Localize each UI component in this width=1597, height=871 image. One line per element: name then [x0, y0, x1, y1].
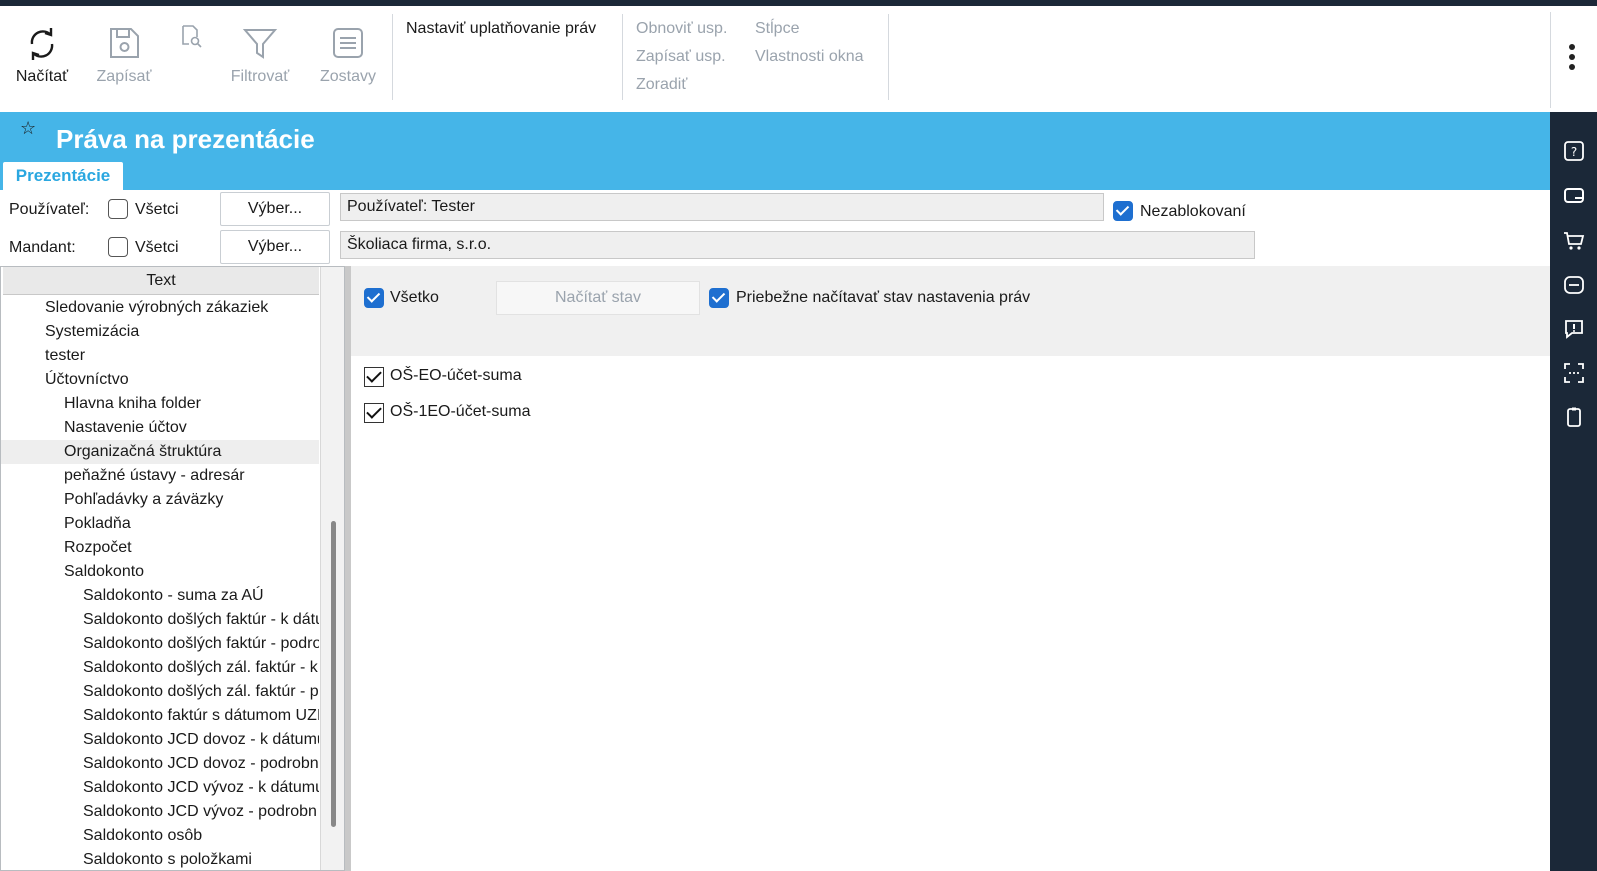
user-label: Používateľ:: [9, 201, 90, 218]
tree-item[interactable]: Saldokonto JCD vývoz - podrobn: [1, 800, 319, 824]
preview-button[interactable]: [180, 24, 204, 50]
tree-item[interactable]: Saldokonto - suma za AÚ: [1, 584, 319, 608]
select-mandant-button[interactable]: Výber...: [220, 230, 330, 264]
toolbar: Načítať Zapísať Filtrovať Zostavy Nastav…: [0, 6, 1550, 112]
tree-item[interactable]: Saldokonto JCD vývoz - k dátumu: [1, 776, 319, 800]
window-properties-link[interactable]: Vlastnosti okna: [755, 48, 864, 66]
mandant-field[interactable]: Školiaca firma, s.r.o.: [340, 231, 1255, 259]
all-label: Všetko: [390, 289, 439, 306]
tree-item[interactable]: Organizačná štruktúra: [1, 440, 319, 464]
panel-splitter[interactable]: [345, 266, 351, 871]
tree-item[interactable]: Saldokonto došlých zál. faktúr - k: [1, 656, 319, 680]
unblocked-checkbox[interactable]: [1113, 201, 1133, 221]
tree-item[interactable]: Pohľadávky a záväzky: [1, 488, 319, 512]
all-mandants-checkbox[interactable]: [108, 237, 128, 257]
tree-scrollbar-thumb[interactable]: [331, 521, 336, 827]
save-label: Zapísať: [96, 68, 152, 85]
clipboard-icon[interactable]: [1563, 406, 1585, 428]
tree-item[interactable]: Saldokonto JCD dovoz - podrobn: [1, 752, 319, 776]
tree-item[interactable]: Saldokonto s položkami: [1, 848, 319, 870]
help-icon[interactable]: ?: [1563, 140, 1585, 162]
sort-link[interactable]: Zoradiť: [636, 76, 687, 94]
select-user-button[interactable]: Výber...: [220, 192, 330, 226]
continuous-load-checkbox[interactable]: [709, 288, 729, 308]
user-field[interactable]: Používateľ: Tester: [340, 193, 1104, 221]
tree-item[interactable]: Hlavna kniha folder: [1, 392, 319, 416]
right-sidebar: ?: [1550, 112, 1597, 871]
tree-item[interactable]: Nastavenie účtov: [1, 416, 319, 440]
load-button[interactable]: Načítať: [4, 24, 80, 86]
tree-item[interactable]: Saldokonto došlých faktúr - podro: [1, 632, 319, 656]
tree-item[interactable]: Rozpočet: [1, 536, 319, 560]
load-label: Načítať: [15, 68, 69, 85]
presentation-label: OŠ-1EO-účet-suma: [390, 403, 531, 420]
screen-icon[interactable]: [1563, 185, 1585, 207]
refresh-usp-link[interactable]: Obnoviť usp.: [636, 20, 727, 38]
all-users-label: Všetci: [135, 201, 179, 218]
tree-item[interactable]: tester: [1, 344, 319, 368]
all-users-checkbox[interactable]: [108, 199, 128, 219]
capture-icon[interactable]: [1563, 362, 1585, 384]
more-options-icon[interactable]: [1568, 44, 1576, 74]
cart-icon[interactable]: [1563, 230, 1585, 252]
toolbar-right-separator: [1550, 12, 1551, 108]
filter-button[interactable]: Filtrovať: [222, 24, 298, 86]
tree-item[interactable]: Saldokonto došlých faktúr - k dátu: [1, 608, 319, 632]
columns-link[interactable]: Stĺpce: [755, 20, 799, 38]
mandant-label: Mandant:: [9, 239, 76, 256]
document-search-icon: [182, 25, 202, 48]
tree-item[interactable]: Saldokonto osôb: [1, 824, 319, 848]
tree-item[interactable]: Sledovanie výrobných zákaziek: [1, 296, 319, 320]
presentation-checkbox[interactable]: [364, 367, 384, 387]
write-usp-link[interactable]: Zapísať usp.: [636, 48, 726, 66]
apply-rights-link[interactable]: Nastaviť uplatňovanie práv: [406, 20, 596, 38]
toolbar-separator: [888, 14, 889, 100]
continuous-load-label: Priebežne načítavať stav nastavenia práv: [736, 289, 1031, 306]
toolbar-separator: [392, 14, 393, 100]
tree-item[interactable]: peňažné ústavy - adresár: [1, 464, 319, 488]
svg-text:?: ?: [1571, 145, 1577, 159]
all-checkbox[interactable]: [364, 288, 384, 308]
page-title: Práva na prezentácie: [56, 124, 315, 154]
feedback-icon[interactable]: [1563, 318, 1585, 340]
reports-button[interactable]: Zostavy: [310, 24, 386, 86]
unblocked-label: Nezablokovaní: [1140, 203, 1246, 220]
tree-scrollbar[interactable]: [320, 267, 344, 870]
tree-item[interactable]: Saldokonto JCD dovoz - k dátumu: [1, 728, 319, 752]
tree-item[interactable]: Saldokonto došlých zál. faktúr - p: [1, 680, 319, 704]
refresh-icon: [30, 28, 54, 60]
tree-item[interactable]: Systemizácia: [1, 320, 319, 344]
reports-list-icon: [333, 28, 363, 58]
floppy-save-icon: [110, 28, 139, 58]
load-state-button[interactable]: Načítať stav: [496, 281, 700, 315]
tree-item[interactable]: Saldokonto: [1, 560, 319, 584]
tree-item[interactable]: Účtovníctvo: [1, 368, 319, 392]
filter-funnel-icon: [242, 29, 278, 59]
tree-item[interactable]: Pokladňa: [1, 512, 319, 536]
all-mandants-label: Všetci: [135, 239, 179, 256]
transfer-icon[interactable]: [1563, 274, 1585, 296]
presentation-tree: Text Sledovanie výrobných zákaziek System…: [0, 266, 345, 871]
reports-label: Zostavy: [319, 68, 376, 85]
save-button[interactable]: Zapísať: [86, 24, 162, 86]
tree-item[interactable]: Saldokonto faktúr s dátumom UZI: [1, 704, 319, 728]
filter-label: Filtrovať: [230, 68, 290, 85]
presentation-label: OŠ-EO-účet-suma: [390, 367, 522, 384]
toolbar-separator: [622, 14, 623, 100]
favorite-star-icon[interactable]: ☆: [20, 118, 36, 139]
page-header: ☆ Práva na prezentácie Prezentácie: [0, 112, 1550, 190]
presentation-checkbox[interactable]: [364, 403, 384, 423]
tree-column-header[interactable]: Text: [3, 267, 319, 295]
tab-presentations[interactable]: Prezentácie: [3, 162, 123, 190]
